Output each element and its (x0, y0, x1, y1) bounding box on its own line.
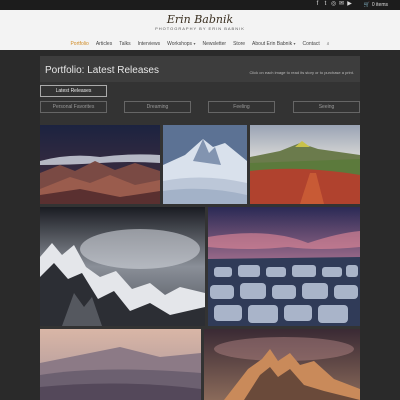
site-header: Erin Babnik PHOTOGRAPHY BY ERIN BABNIK P… (0, 10, 400, 50)
instagram-icon[interactable]: ◎ (331, 1, 336, 7)
photo-image (40, 207, 205, 326)
social-icons: f t ◎ ✉ ▶ (315, 1, 352, 7)
twitter-icon[interactable]: t (323, 1, 328, 7)
chevron-down-icon: ▾ (293, 41, 296, 46)
logo-tagline: PHOTOGRAPHY BY ERIN BABNIK (155, 26, 245, 31)
nav-item-store[interactable]: Store (233, 40, 245, 48)
photo-image (250, 125, 360, 204)
filter-personal-favorites[interactable]: Personal Favorites (40, 101, 107, 113)
photo-thumbnail[interactable] (208, 207, 360, 326)
photo-thumbnail[interactable] (40, 329, 201, 400)
cart-link[interactable]: 🛒 0 items (364, 1, 388, 9)
photo-thumbnail[interactable] (40, 207, 205, 326)
page-title: Portfolio: Latest Releases (45, 65, 159, 76)
photo-thumbnail[interactable] (40, 125, 160, 204)
photo-thumbnail[interactable] (204, 329, 360, 400)
photo-image (204, 329, 360, 400)
nav-item-workshops-label: Workshops (167, 41, 193, 47)
nav-item-contact[interactable]: Contact (302, 40, 319, 48)
filter-seeing[interactable]: Seeing (293, 101, 360, 113)
portfolio-section: Portfolio: Latest Releases Click on each… (40, 56, 360, 400)
page-hint: Click on each image to read its story or… (249, 70, 355, 75)
search-icon[interactable]: ⌕ (327, 40, 330, 48)
main-nav: Portfolio Articles Talks Interviews Work… (0, 40, 400, 48)
nav-item-about-label: About Erin Babnik (252, 41, 293, 47)
filter-latest-releases[interactable]: Latest Releases (40, 85, 107, 97)
facebook-icon[interactable]: f (315, 1, 320, 7)
photo-thumbnail[interactable] (250, 125, 360, 204)
photo-image (163, 125, 247, 204)
photo-image (40, 329, 201, 400)
email-icon[interactable]: ✉ (339, 1, 344, 7)
nav-item-articles[interactable]: Articles (96, 40, 112, 48)
cart-icon: 🛒 (363, 2, 370, 8)
nav-item-talks[interactable]: Talks (119, 40, 130, 48)
nav-item-interviews[interactable]: Interviews (138, 40, 161, 48)
photo-image (208, 207, 360, 326)
nav-item-workshops[interactable]: Workshops ▾ (167, 40, 195, 48)
filter-feeling[interactable]: Feeling (208, 101, 275, 113)
nav-item-portfolio[interactable]: Portfolio (70, 40, 88, 48)
photo-image (40, 125, 160, 204)
site-logo[interactable]: Erin Babnik PHOTOGRAPHY BY ERIN BABNIK (150, 13, 250, 35)
youtube-icon[interactable]: ▶ (347, 1, 352, 7)
cart-label: 0 items (371, 2, 388, 8)
photo-thumbnail[interactable] (163, 125, 247, 204)
top-bar: f t ◎ ✉ ▶ 🛒 0 items (0, 0, 400, 10)
chevron-down-icon: ▾ (193, 41, 196, 46)
nav-item-about[interactable]: About Erin Babnik ▾ (252, 40, 295, 48)
filter-dreaming[interactable]: Dreaming (124, 101, 191, 113)
logo-script: Erin Babnik (166, 13, 234, 26)
nav-item-newsletter[interactable]: Newsletter (202, 40, 226, 48)
title-bar: Portfolio: Latest Releases Click on each… (40, 56, 360, 82)
